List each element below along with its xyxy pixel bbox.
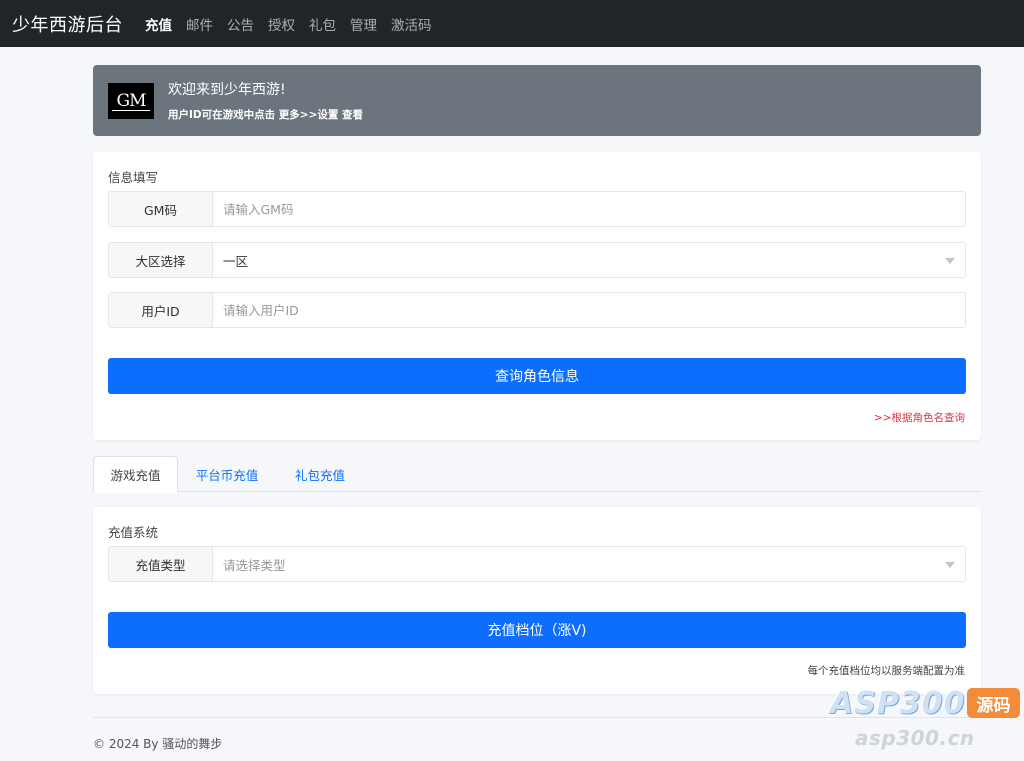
recharge-note: 每个充值档位均以服务端配置为准 [807,665,966,677]
gm-logo: GM [108,82,154,119]
nav-item-gift[interactable]: 礼包 [309,14,336,34]
welcome-title: 欢迎来到少年西游! [168,82,286,98]
footer-copyright: © 2024 By 骚动的舞步 [93,737,223,751]
brand-title[interactable]: 少年西游后台 [12,11,123,37]
recharge-tabs: 游戏充值 平台币充值 礼包充值 [93,456,981,493]
recharge-type-group: 充值类型 请选择类型 [108,546,966,582]
gm-code-control [213,192,965,226]
gm-code-input[interactable] [223,192,965,226]
nav-item-activation-code[interactable]: 激活码 [391,14,432,34]
tab-gift-recharge[interactable]: 礼包充值 [285,456,355,492]
nav-item-recharge[interactable]: 充值 [145,14,172,34]
gm-code-group: GM码 [108,191,966,227]
user-id-group: 用户ID [108,292,966,328]
nav-item-mail[interactable]: 邮件 [186,14,213,34]
region-group: 大区选择 一区 [108,242,966,278]
watermark: ASP300 源码 asp300.cn [830,686,1020,756]
watermark-badge: 源码 [967,688,1020,718]
welcome-text: 欢迎来到少年西游! 用户ID可在游戏中点击 更多>>设置 查看 [168,79,363,122]
recharge-card: 充值系统 充值类型 请选择类型 充值档位（涨V) 每个充值档位均以服务端配置为准 [93,507,981,694]
user-id-label: 用户ID [109,293,213,327]
recharge-card-title: 充值系统 [108,525,159,540]
user-id-control [213,293,965,327]
region-select[interactable]: 一区 [213,243,965,277]
watermark-brand: ASP300 [830,686,966,721]
nav-item-authorize[interactable]: 授权 [268,14,295,34]
chevron-down-icon [945,562,955,568]
info-card: 信息填写 GM码 大区选择 一区 用户ID 查询角色信息 >>根据角色名查询 [93,152,981,440]
nav-item-manage[interactable]: 管理 [350,14,377,34]
query-by-name-link[interactable]: >>根据角色名查询 [874,410,965,425]
nav-item-announcement[interactable]: 公告 [227,14,254,34]
tab-game-recharge[interactable]: 游戏充值 [93,456,178,493]
info-card-title: 信息填写 [108,170,159,185]
welcome-subtitle: 用户ID可在游戏中点击 更多>>设置 查看 [168,109,364,121]
region-label: 大区选择 [109,243,213,277]
query-role-button[interactable]: 查询角色信息 [108,358,966,394]
recharge-tier-button[interactable]: 充值档位（涨V) [108,612,966,648]
chevron-down-icon [945,258,955,264]
recharge-type-placeholder: 请选择类型 [223,557,286,573]
tab-platform-coin-recharge[interactable]: 平台币充值 [189,456,265,492]
gm-code-label: GM码 [109,192,213,226]
region-select-value: 一区 [223,253,249,269]
user-id-input[interactable] [223,293,965,327]
welcome-banner: GM 欢迎来到少年西游! 用户ID可在游戏中点击 更多>>设置 查看 [93,65,981,136]
watermark-domain: asp300.cn [855,726,975,750]
recharge-type-label: 充值类型 [109,547,213,581]
top-navbar: 少年西游后台 充值 邮件 公告 授权 礼包 管理 激活码 [0,0,1024,47]
recharge-type-select[interactable]: 请选择类型 [213,547,965,581]
